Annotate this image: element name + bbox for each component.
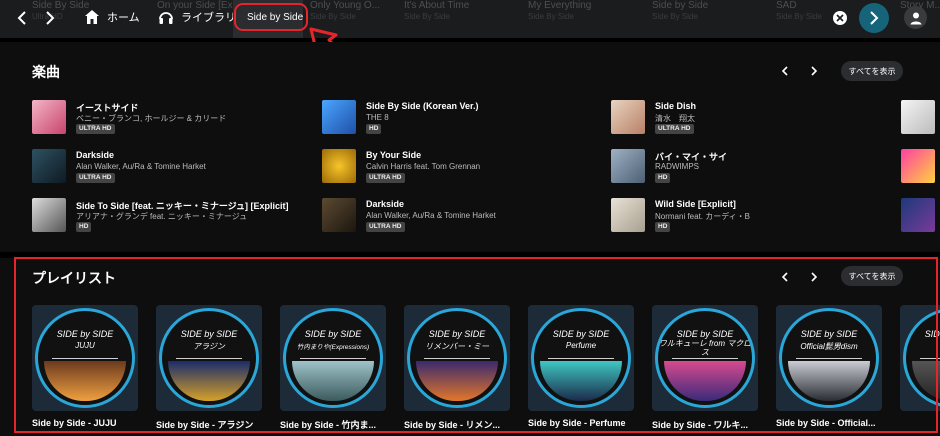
quality-badge: ULTRA HD bbox=[655, 124, 694, 134]
quality-badge: HD bbox=[76, 222, 92, 232]
chevron-left-icon bbox=[17, 11, 26, 25]
quality-badge: ULTRA HD bbox=[366, 222, 405, 232]
quality-badge: HD bbox=[655, 222, 671, 232]
album-art bbox=[322, 198, 356, 232]
song-artist: THE 8 bbox=[366, 113, 389, 122]
song-title: Darkside bbox=[366, 199, 405, 209]
ghost-item: SAD Side By Side bbox=[776, 0, 822, 21]
song-artist: Calvin Harris feat. Tom Grennan bbox=[366, 162, 481, 171]
quality-badge: HD bbox=[366, 124, 382, 134]
songs-prev-button[interactable] bbox=[777, 63, 793, 79]
quality-badge: ULTRA HD bbox=[76, 173, 115, 183]
search-submit-button[interactable] bbox=[859, 3, 889, 33]
ghost-item: My Everything Side By Side bbox=[528, 0, 592, 21]
ghost-item: Only Young O... Side By Side bbox=[310, 0, 381, 21]
user-icon bbox=[910, 12, 921, 24]
nav-home-label: ホーム bbox=[107, 12, 140, 24]
song-title: Side By Side (Korean Ver.) bbox=[366, 101, 479, 111]
nav-library[interactable]: ライブラリ bbox=[158, 9, 236, 25]
ghost-item: It's About Time Side By Side bbox=[404, 0, 470, 21]
album-art-overflow[interactable] bbox=[901, 149, 935, 183]
chevron-left-icon bbox=[781, 66, 788, 76]
songs-section-title: 楽曲 bbox=[32, 64, 60, 80]
song-artist: Alan Walker, Au/Ra & Tomine Harket bbox=[366, 211, 496, 220]
top-navigation-bar: Side By Side Ultra HD On your Side [Ex...… bbox=[0, 0, 940, 38]
album-art bbox=[32, 100, 66, 134]
headphones-icon bbox=[159, 12, 173, 24]
nav-home[interactable]: ホーム bbox=[84, 9, 140, 25]
account-avatar[interactable] bbox=[904, 6, 927, 29]
quality-badge: HD bbox=[655, 173, 671, 183]
songs-show-all-button[interactable]: すべてを表示 bbox=[841, 61, 903, 81]
forward-button[interactable] bbox=[40, 8, 60, 28]
song-artist: 清水 翔太 bbox=[655, 114, 695, 123]
quality-badge: ULTRA HD bbox=[76, 124, 115, 134]
song-title: Side Dish bbox=[655, 101, 697, 111]
arrow-right-icon bbox=[870, 11, 879, 25]
playlist-annotation-highlight bbox=[14, 257, 938, 433]
song-artist: RADWIMPS bbox=[655, 162, 699, 171]
album-art-overflow[interactable] bbox=[901, 100, 935, 134]
song-artist: ベニー・ブランコ, ホールジー & カリード bbox=[76, 114, 227, 123]
album-art bbox=[322, 100, 356, 134]
album-art bbox=[611, 198, 645, 232]
chevron-right-icon bbox=[811, 66, 818, 76]
song-artist: Alan Walker, Au/Ra & Tomine Harket bbox=[76, 162, 206, 171]
search-annotation-highlight bbox=[234, 3, 308, 31]
clear-search-button[interactable] bbox=[833, 11, 847, 25]
song-artist: Normani feat. カーディ・B bbox=[655, 212, 751, 221]
song-title: Wild Side [Explicit] bbox=[655, 199, 736, 209]
quality-badge: ULTRA HD bbox=[366, 173, 405, 183]
album-art bbox=[611, 149, 645, 183]
album-art-overflow[interactable] bbox=[901, 198, 935, 232]
songs-next-button[interactable] bbox=[806, 63, 822, 79]
album-art bbox=[32, 198, 66, 232]
song-title: Darkside bbox=[76, 150, 115, 160]
nav-library-label: ライブラリ bbox=[181, 12, 236, 24]
song-artist: アリアナ・グランデ feat. ニッキー・ミナージュ bbox=[76, 212, 248, 221]
ghost-item: Side by Side Side By Side bbox=[652, 0, 709, 21]
back-button[interactable] bbox=[12, 8, 32, 28]
song-title: By Your Side bbox=[366, 150, 422, 160]
album-art bbox=[322, 149, 356, 183]
album-art bbox=[611, 100, 645, 134]
home-icon bbox=[85, 10, 99, 24]
chevron-right-icon bbox=[46, 11, 55, 25]
album-art bbox=[32, 149, 66, 183]
background-now-playing-strip: Side By Side Ultra HD On your Side [Ex...… bbox=[0, 0, 940, 38]
close-icon bbox=[836, 14, 844, 22]
